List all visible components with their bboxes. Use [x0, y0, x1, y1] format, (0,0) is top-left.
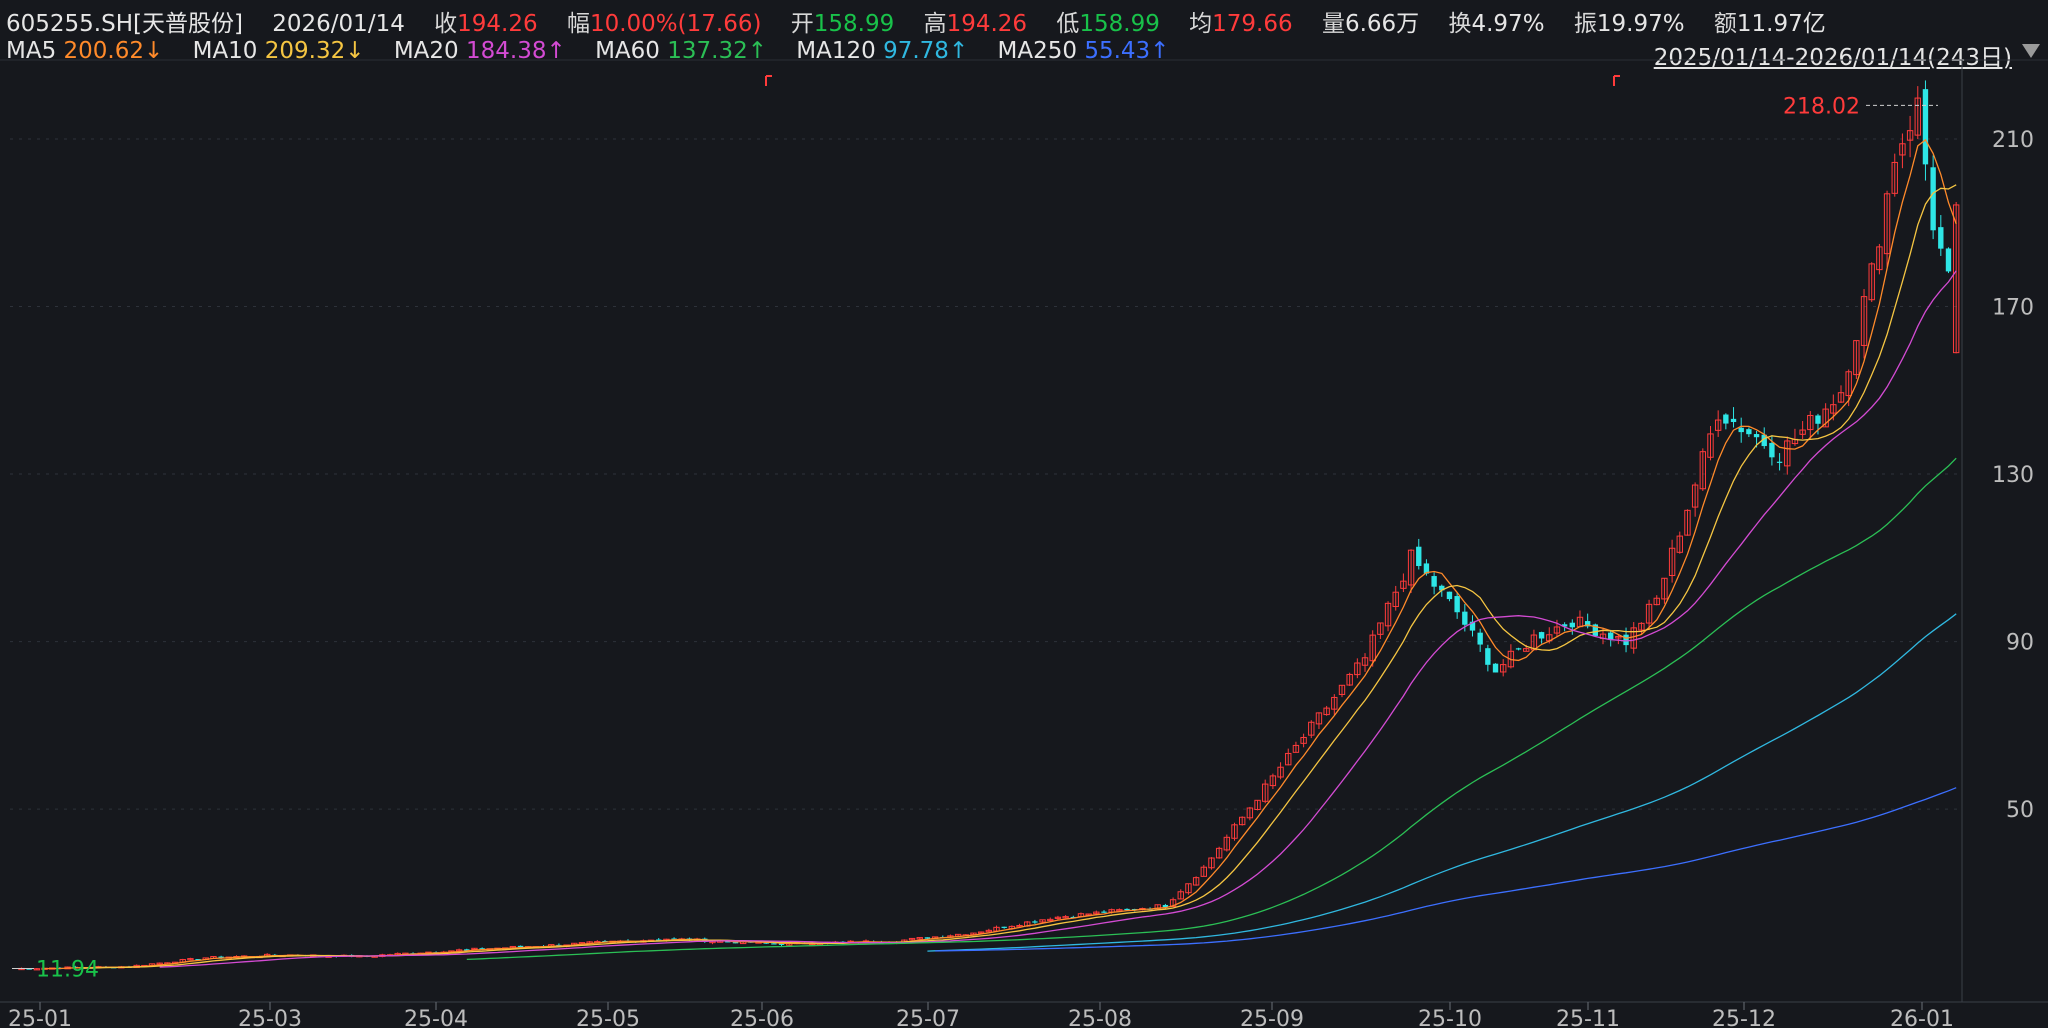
x-tick-label: 25-11: [1556, 1007, 1620, 1028]
stock-chart[interactable]: 605255.SH[天普股份] 2026/01/14 收194.26 幅10.0…: [0, 0, 2048, 1028]
ma120-line: [927, 613, 1957, 952]
candle-body: [1431, 576, 1437, 587]
y-tick-label: 50: [2006, 798, 2034, 823]
candle-body: [1922, 89, 1929, 165]
candle-body: [1753, 434, 1760, 438]
candle-body: [1462, 611, 1468, 625]
candle-body: [1938, 227, 1944, 249]
candle-body: [1454, 596, 1460, 613]
ma250-line: [935, 787, 1957, 952]
x-tick-label: 25-01: [8, 1007, 72, 1028]
ma10-line: [82, 184, 1957, 969]
candle-body: [1815, 415, 1821, 424]
candle-body: [1515, 648, 1522, 650]
x-tick-label: 25-06: [730, 1007, 794, 1028]
x-tick-label: 25-04: [404, 1007, 468, 1028]
y-tick-label: 130: [1992, 463, 2034, 488]
x-tick-label: 25-08: [1068, 1007, 1132, 1028]
candle-body: [771, 943, 777, 945]
event-marker: [765, 75, 772, 86]
candle-body: [1446, 591, 1453, 600]
candle-body: [1746, 429, 1752, 435]
candle-body: [1776, 461, 1783, 463]
y-tick-label: 90: [2006, 631, 2034, 656]
candle-body: [1769, 442, 1775, 458]
candle-body: [1485, 648, 1491, 665]
ma60-line: [466, 457, 1957, 961]
candle-body: [1477, 632, 1483, 645]
candle-body: [1723, 414, 1729, 424]
x-tick-label: 25-05: [576, 1007, 640, 1028]
candle-body: [1738, 427, 1744, 433]
candle-body: [1730, 418, 1737, 423]
y-tick-label: 210: [1992, 128, 2034, 153]
candle-body: [1416, 546, 1422, 567]
candle-body: [1101, 911, 1107, 913]
candle-body: [1032, 921, 1038, 923]
candle-body: [1569, 622, 1575, 628]
candle-body: [924, 937, 931, 939]
candle-body: [1623, 634, 1629, 646]
candle-body: [1930, 167, 1936, 231]
x-tick-label: 25-10: [1418, 1007, 1482, 1028]
candle-body: [1945, 248, 1952, 272]
y-tick-label: 170: [1992, 296, 2034, 321]
x-tick-label: 25-12: [1712, 1007, 1776, 1028]
candlestick-plot[interactable]: 50 90 130 170 210 25-01 25-03 25-04 25-05 25-06 25…: [0, 0, 2048, 1028]
candle-body: [1001, 926, 1007, 928]
x-tick-label: 25-03: [238, 1007, 302, 1028]
x-tick-label: 25-09: [1240, 1007, 1304, 1028]
max-price-label: 218.02: [1783, 94, 1860, 119]
candle-body: [517, 945, 524, 948]
x-tick-label: 25-07: [896, 1007, 960, 1028]
candle-body: [1492, 663, 1499, 673]
x-tick-label: 26-01: [1890, 1007, 1954, 1028]
candle-body: [1538, 632, 1545, 639]
min-price-label: 11.94: [36, 957, 99, 982]
event-marker: [1613, 75, 1620, 86]
